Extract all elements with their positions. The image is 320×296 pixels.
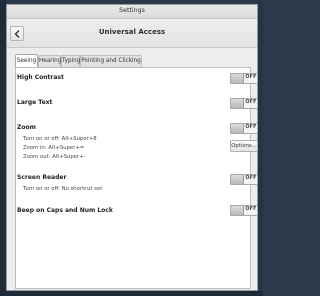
title-bar[interactable]: Settings [7, 5, 257, 19]
zoom-switch[interactable]: OFF [230, 123, 258, 134]
high-contrast-label: High Contrast [17, 74, 64, 81]
beep-caps-switch[interactable]: OFF [230, 205, 258, 216]
beep-caps-label: Beep on Caps and Num Lock [17, 207, 113, 214]
zoom-shortcut-in: Zoom in: Alt+Super+= [23, 145, 85, 151]
desktop-background-right [258, 0, 263, 296]
header-bar: Universal Access [7, 19, 257, 48]
zoom-shortcut-toggle: Turn on or off: Alt+Super+8 [23, 136, 97, 142]
zoom-shortcut-out: Zoom out: Alt+Super+- [23, 154, 86, 160]
switch-state: OFF [245, 100, 257, 105]
tab-seeing[interactable]: Seeing [15, 54, 38, 67]
switch-state: OFF [245, 125, 257, 130]
switch-knob [231, 175, 244, 184]
tab-typing[interactable]: Typing [61, 55, 80, 67]
zoom-label: Zoom [17, 124, 36, 131]
high-contrast-switch[interactable]: OFF [230, 73, 258, 84]
window-title: Settings [119, 7, 145, 14]
screen-reader-shortcut: Turn on or off: No shortcut set [23, 186, 103, 192]
tab-hearing[interactable]: Hearing [38, 55, 61, 67]
large-text-switch[interactable]: OFF [230, 98, 258, 109]
screen-reader-switch[interactable]: OFF [230, 174, 258, 185]
switch-state: OFF [245, 176, 257, 181]
tab-pointing-and-clicking[interactable]: Pointing and Clicking [80, 55, 142, 67]
switch-state: OFF [245, 207, 257, 212]
switch-knob [231, 74, 244, 83]
switch-state: OFF [245, 75, 257, 80]
switch-knob [231, 124, 244, 133]
large-text-label: Large Text [17, 99, 53, 106]
page-title: Universal Access [98, 28, 166, 36]
switch-knob [231, 99, 244, 108]
desktop-background-bottom [0, 291, 263, 296]
zoom-options-button[interactable]: Options... [230, 140, 258, 152]
switch-knob [231, 206, 244, 215]
screen-reader-label: Screen Reader [17, 174, 67, 181]
